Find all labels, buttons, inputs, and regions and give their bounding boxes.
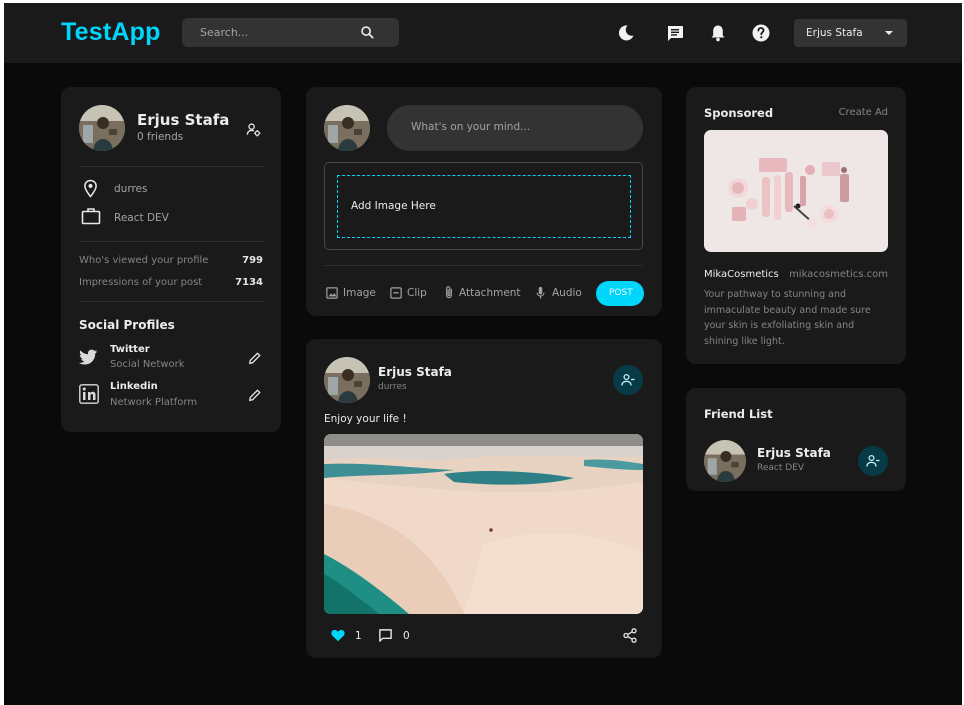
avatar-image (79, 105, 125, 151)
ad-description-line: immaculate beauty and made sure (704, 305, 871, 316)
chevron-down-icon (885, 31, 893, 35)
social-sub: Network Platform (110, 397, 198, 408)
divider (79, 301, 263, 302)
image-icon[interactable] (326, 287, 338, 299)
stat-label: Impressions of your post (79, 277, 203, 288)
message-icon[interactable] (665, 23, 685, 43)
avatar-image (704, 440, 746, 482)
create-ad-link[interactable]: Create Ad (839, 107, 888, 118)
heart-icon[interactable] (331, 629, 345, 642)
moon-icon[interactable] (616, 23, 636, 43)
social-name[interactable]: Linkedin (110, 381, 158, 392)
post-image[interactable] (324, 434, 643, 614)
sponsored-card: Sponsored Create Ad MikaCosmetics mikaco… (686, 87, 906, 364)
action-image-label[interactable]: Image (343, 287, 376, 299)
user-select[interactable]: Erjus Stafa (794, 19, 907, 47)
post-button[interactable]: POST (596, 281, 644, 306)
avatar[interactable] (704, 440, 746, 482)
post-location: durres (378, 382, 407, 392)
profile-name[interactable]: Erjus Stafa (137, 111, 229, 129)
divider (324, 265, 643, 266)
image-dropzone-container: Add Image Here (324, 162, 643, 250)
remove-friend-icon (621, 373, 635, 386)
avatar[interactable] (324, 105, 370, 151)
comment-icon[interactable] (378, 628, 393, 643)
sponsored-title: Sponsored (704, 106, 774, 120)
like-count: 1 (355, 630, 362, 642)
post-author[interactable]: Erjus Stafa (378, 365, 452, 379)
profile-location: durres (114, 183, 148, 195)
microphone-icon[interactable] (536, 286, 545, 300)
friend-list-card: Friend List Erjus Stafa React DEV (686, 388, 906, 491)
friend-list-title: Friend List (704, 407, 773, 421)
navbar: TestApp Search... Erjus Stafa (4, 3, 962, 63)
linkedin-icon (79, 384, 99, 404)
search-icon[interactable] (360, 25, 375, 40)
action-audio-label[interactable]: Audio (552, 287, 582, 299)
brand-logo[interactable]: TestApp (61, 18, 161, 47)
ad-description-line: shining like light. (704, 336, 785, 347)
ad-image[interactable] (704, 130, 888, 252)
social-name[interactable]: Twitter (110, 344, 150, 355)
app-root: TestApp Search... Erjus Stafa Erjus Staf… (4, 3, 962, 705)
post-input[interactable]: What's on your mind... (387, 105, 643, 151)
stat-label: Who's viewed your profile (79, 255, 209, 266)
composer-card: What's on your mind... Add Image Here Im… (306, 87, 662, 316)
social-profiles-title: Social Profiles (79, 318, 175, 332)
edit-icon[interactable] (248, 388, 262, 402)
edit-icon[interactable] (248, 351, 262, 365)
divider (79, 166, 263, 167)
search-input[interactable]: Search... (182, 18, 399, 47)
dropzone-label: Add Image Here (351, 200, 436, 212)
briefcase-icon (81, 208, 101, 225)
stat-value: 799 (242, 255, 263, 266)
ad-brand[interactable]: MikaCosmetics (704, 269, 779, 280)
friend-sub: React DEV (757, 463, 805, 473)
manage-account-icon[interactable] (246, 122, 261, 137)
help-icon[interactable] (751, 23, 771, 43)
action-clip-label[interactable]: Clip (407, 287, 427, 299)
post-button-label: POST (609, 288, 633, 298)
search-placeholder: Search... (200, 26, 249, 39)
profile-friends-count: 0 friends (137, 131, 184, 143)
ad-description-line: Your pathway to stunning and (704, 289, 847, 300)
avatar[interactable] (324, 357, 370, 403)
post-card: Erjus Stafa durres Enjoy your life ! 1 0 (306, 339, 662, 658)
post-photo (324, 434, 643, 614)
attachment-icon[interactable] (444, 285, 454, 300)
ad-description-line: your skin is exfoliating skin and (704, 320, 855, 331)
post-text: Enjoy your life ! (324, 413, 407, 425)
avatar[interactable] (79, 105, 125, 151)
remove-friend-icon (866, 454, 880, 467)
bell-icon[interactable] (708, 23, 728, 43)
post-input-placeholder: What's on your mind... (411, 121, 531, 133)
user-select-value: Erjus Stafa (806, 27, 863, 39)
image-dropzone[interactable]: Add Image Here (337, 175, 631, 238)
comment-count: 0 (403, 630, 410, 642)
ad-photo (704, 130, 888, 252)
twitter-icon (79, 349, 98, 365)
profile-occupation: React DEV (114, 212, 169, 224)
action-attachment-label[interactable]: Attachment (459, 287, 521, 299)
ad-site[interactable]: mikacosmetics.com (789, 269, 888, 280)
location-icon (84, 179, 97, 198)
share-icon[interactable] (623, 628, 637, 643)
remove-friend-button[interactable] (858, 446, 888, 476)
social-sub: Social Network (110, 359, 185, 370)
stat-value: 7134 (235, 277, 263, 288)
remove-friend-button[interactable] (613, 365, 643, 395)
avatar-image (324, 105, 370, 151)
divider (79, 241, 263, 242)
avatar-image (324, 357, 370, 403)
gif-icon[interactable] (390, 287, 402, 299)
friend-name[interactable]: Erjus Stafa (757, 446, 831, 460)
profile-card: Erjus Stafa 0 friends durres React DEV W… (61, 87, 281, 432)
